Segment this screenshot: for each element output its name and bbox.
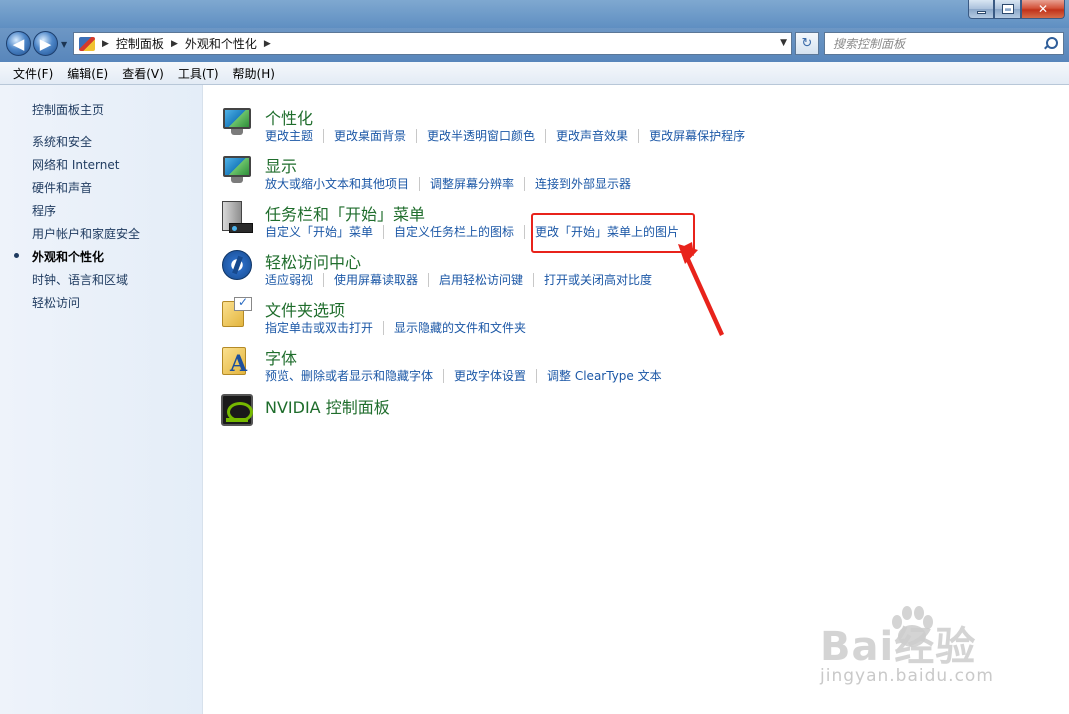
taskbar-icon[interactable] (221, 201, 253, 233)
category-links: 更改主题 更改桌面背景 更改半透明窗口颜色 更改声音效果 更改屏幕保护程序 (265, 127, 745, 144)
sidebar-item-appearance[interactable]: 外观和个性化 (32, 248, 104, 265)
link-screen-reader[interactable]: 使用屏幕读取器 (334, 271, 418, 288)
sidebar: 控制面板主页 系统和安全 网络和 Internet 硬件和声音 程序 用户帐户和… (0, 85, 203, 714)
link-ease-keys[interactable]: 启用轻松访问键 (439, 271, 523, 288)
link-font-settings[interactable]: 更改字体设置 (454, 367, 526, 384)
link-change-theme[interactable]: 更改主题 (265, 127, 313, 144)
sidebar-item-system-security[interactable]: 系统和安全 (32, 133, 92, 150)
sidebar-home-link[interactable]: 控制面板主页 (32, 101, 104, 118)
link-show-hidden-files[interactable]: 显示隐藏的文件和文件夹 (394, 319, 526, 336)
refresh-button[interactable]: ↻ (795, 32, 819, 55)
sidebar-item-user-accounts[interactable]: 用户帐户和家庭安全 (32, 225, 140, 242)
link-screen-resolution[interactable]: 调整屏幕分辨率 (430, 175, 514, 192)
chevron-down-icon: ▼ (61, 40, 68, 49)
minimize-button[interactable] (968, 0, 994, 19)
menu-file[interactable]: 文件(F) (6, 65, 60, 82)
window-title-bar: ✕ (0, 0, 1069, 28)
nvidia-icon[interactable] (221, 394, 253, 426)
refresh-icon: ↻ (801, 36, 813, 51)
breadcrumb-separator-icon[interactable]: ▶ (264, 39, 271, 49)
category-title[interactable]: 字体 (265, 345, 297, 369)
category-title[interactable]: 文件夹选项 (265, 297, 345, 321)
link-change-window-color[interactable]: 更改半透明窗口颜色 (427, 127, 535, 144)
breadcrumb-separator-icon[interactable]: ▶ (102, 39, 109, 49)
breadcrumb-separator-icon[interactable]: ▶ (171, 39, 178, 49)
baidu-watermark: Bai经验 jingyan.baidu.com (812, 600, 1032, 700)
sidebar-item-hardware-sound[interactable]: 硬件和声音 (32, 179, 92, 196)
sidebar-item-ease-of-access[interactable]: 轻松访问 (32, 294, 80, 311)
category-links: 预览、删除或者显示和隐藏字体 更改字体设置 调整 ClearType 文本 (265, 367, 662, 384)
window-controls: ✕ (968, 0, 1065, 19)
link-low-vision[interactable]: 适应弱视 (265, 271, 313, 288)
search-icon[interactable] (1043, 36, 1058, 51)
link-zoom-text[interactable]: 放大或缩小文本和其他项目 (265, 175, 409, 192)
search-input[interactable] (833, 36, 1043, 51)
link-customize-start-menu[interactable]: 自定义「开始」菜单 (265, 223, 373, 240)
arrow-left-icon: ◀ (12, 34, 25, 53)
link-preview-fonts[interactable]: 预览、删除或者显示和隐藏字体 (265, 367, 433, 384)
ease-of-access-icon[interactable] (221, 249, 253, 281)
display-icon[interactable] (221, 153, 253, 185)
search-box[interactable] (824, 32, 1064, 55)
breadcrumb-appearance[interactable]: 外观和个性化 (185, 35, 257, 52)
watermark-text: Bai经验 (820, 624, 977, 670)
annotation-arrow-icon (678, 242, 724, 336)
menu-tools[interactable]: 工具(T) (171, 65, 226, 82)
category-title[interactable]: 个性化 (265, 105, 313, 129)
recent-pages-dropdown[interactable]: ▼ (61, 40, 67, 49)
folder-options-icon[interactable] (221, 295, 253, 329)
menu-edit[interactable]: 编辑(E) (60, 65, 115, 82)
sidebar-item-clock-region[interactable]: 时钟、语言和区域 (32, 271, 128, 288)
category-title[interactable]: 显示 (265, 153, 297, 177)
link-change-sound-effects[interactable]: 更改声音效果 (556, 127, 628, 144)
maximize-icon (1001, 4, 1014, 14)
close-button[interactable]: ✕ (1021, 0, 1065, 19)
personalization-icon[interactable] (221, 105, 253, 137)
link-single-double-click[interactable]: 指定单击或双击打开 (265, 319, 373, 336)
menu-help[interactable]: 帮助(H) (226, 65, 282, 82)
control-panel-icon (79, 36, 95, 51)
sidebar-item-programs[interactable]: 程序 (32, 202, 56, 219)
link-change-screensaver[interactable]: 更改屏幕保护程序 (649, 127, 745, 144)
menu-view[interactable]: 查看(V) (115, 65, 171, 82)
navigation-bar: ◀ ▶ ▼ ▶ 控制面板 ▶ 外观和个性化 ▶ ▼ ↻ (0, 28, 1069, 62)
link-cleartype[interactable]: 调整 ClearType 文本 (547, 367, 662, 384)
link-change-desktop-background[interactable]: 更改桌面背景 (334, 127, 406, 144)
link-external-display[interactable]: 连接到外部显示器 (535, 175, 631, 192)
breadcrumb-control-panel[interactable]: 控制面板 (116, 35, 164, 52)
category-title[interactable]: 轻松访问中心 (265, 249, 361, 273)
maximize-button[interactable] (994, 0, 1021, 19)
address-bar[interactable]: ▶ 控制面板 ▶ 外观和个性化 ▶ ▼ (73, 32, 792, 55)
back-button[interactable]: ◀ (6, 31, 31, 56)
category-title[interactable]: NVIDIA 控制面板 (265, 394, 390, 418)
sidebar-item-network[interactable]: 网络和 Internet (32, 156, 119, 173)
watermark-url: jingyan.baidu.com (820, 666, 994, 686)
active-bullet-icon (14, 253, 19, 258)
address-dropdown-icon[interactable]: ▼ (780, 38, 787, 48)
arrow-right-icon: ▶ (39, 34, 52, 53)
minimize-icon (976, 10, 986, 14)
link-high-contrast[interactable]: 打开或关闭高对比度 (544, 271, 652, 288)
link-customize-taskbar-icons[interactable]: 自定义任务栏上的图标 (394, 223, 514, 240)
category-links: 指定单击或双击打开 显示隐藏的文件和文件夹 (265, 319, 526, 336)
category-title[interactable]: 任务栏和「开始」菜单 (265, 201, 425, 225)
menu-bar: 文件(F) 编辑(E) 查看(V) 工具(T) 帮助(H) (0, 62, 1069, 85)
fonts-icon[interactable]: A (221, 345, 253, 377)
close-icon: ✕ (1037, 2, 1049, 16)
category-links: 放大或缩小文本和其他项目 调整屏幕分辨率 连接到外部显示器 (265, 175, 631, 192)
forward-button[interactable]: ▶ (33, 31, 58, 56)
category-links: 适应弱视 使用屏幕读取器 启用轻松访问键 打开或关闭高对比度 (265, 271, 652, 288)
